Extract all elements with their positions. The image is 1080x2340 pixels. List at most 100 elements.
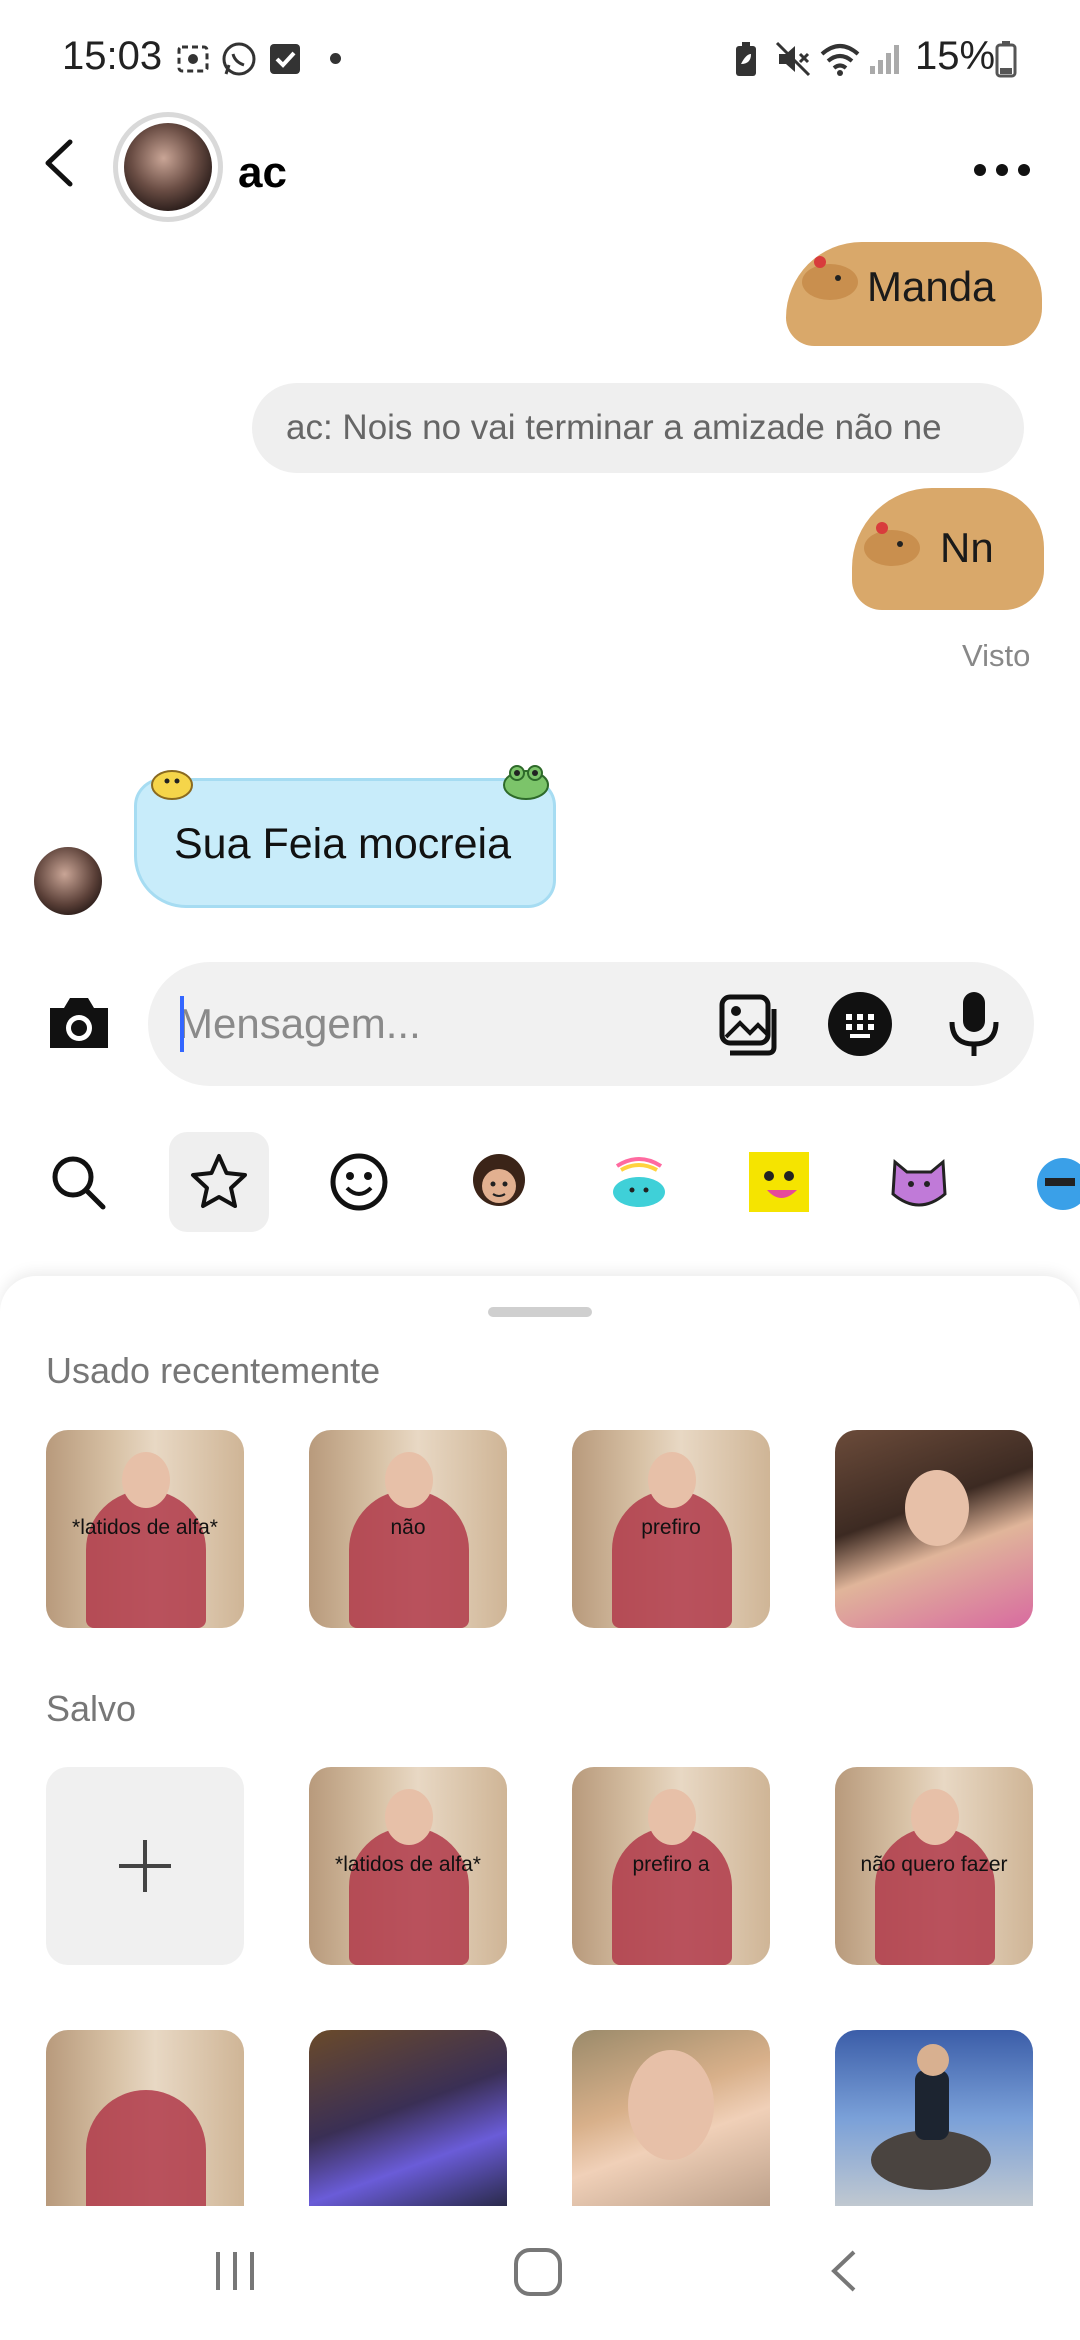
notification-dot-icon: [330, 53, 341, 64]
donkey-rider-icon: [871, 2044, 991, 2190]
person-figure: [875, 1827, 995, 1965]
blob-sticker-icon: [1037, 1158, 1080, 1210]
person-head: [648, 1789, 696, 1845]
home-button[interactable]: [512, 2246, 564, 2303]
saved-sticker-3[interactable]: não quero fazer: [835, 1767, 1033, 1965]
gallery-button[interactable]: [718, 993, 782, 1057]
status-time: 15:03: [62, 34, 163, 78]
cloud-sticker-icon: [613, 1157, 665, 1207]
duck-sticker-icon: [151, 770, 193, 800]
mute-icon: [774, 40, 812, 83]
sticker-caption: *latidos de alfa*: [335, 1853, 481, 1876]
battery-level: 15%: [915, 34, 996, 78]
saved-sticker-5[interactable]: [309, 2030, 507, 2206]
back-arrow-icon: [45, 139, 73, 187]
search-icon: [52, 1156, 106, 1210]
tab-cloud-stickers[interactable]: [589, 1132, 689, 1232]
recent-sticker-3[interactable]: prefiro: [572, 1430, 770, 1628]
system-back-icon: [831, 2250, 856, 2292]
person-head: [385, 1452, 433, 1508]
contact-name[interactable]: ac: [238, 148, 287, 198]
recent-sticker-2[interactable]: não: [309, 1430, 507, 1628]
sticker-caption: *latidos de alfa*: [72, 1516, 218, 1539]
message-composer: [148, 962, 1034, 1086]
person-figure: [612, 1490, 732, 1628]
cat-sticker-icon: [891, 1158, 947, 1207]
sticker-caption: prefiro a: [632, 1853, 710, 1876]
sender-avatar[interactable]: [34, 847, 102, 915]
gallery-icon: [719, 994, 777, 1056]
seen-label: Visto: [962, 638, 1031, 673]
tab-blob-stickers[interactable]: [1009, 1132, 1080, 1232]
sticker-caption: não: [390, 1516, 426, 1539]
smiley-icon: [330, 1153, 388, 1211]
more-dot-icon: [974, 164, 986, 176]
person-head: [628, 2050, 714, 2160]
panel-drag-handle[interactable]: [488, 1307, 592, 1317]
sticker-text-nn: Nn: [940, 524, 994, 571]
home-icon: [514, 2248, 562, 2296]
sticker-caption: não quero fazer: [860, 1853, 1008, 1876]
system-back-button[interactable]: [820, 2246, 870, 2301]
person-head: [385, 1789, 433, 1845]
battery-icon: [994, 40, 1018, 83]
checkbox-icon: [268, 42, 302, 81]
capybara-icon: [864, 522, 920, 566]
tab-emoji[interactable]: [309, 1132, 409, 1232]
camera-icon: [50, 998, 108, 1048]
capybara-icon: [802, 256, 858, 300]
signal-icon: [868, 42, 902, 81]
avatar-sticker-icon: [473, 1154, 525, 1206]
saved-sticker-1[interactable]: *latidos de alfa*: [309, 1767, 507, 1965]
person-head: [648, 1452, 696, 1508]
battery-saver-icon: [732, 40, 760, 83]
tab-face-stickers[interactable]: [729, 1132, 829, 1232]
saved-sticker-4[interactable]: [46, 2030, 244, 2206]
plus-icon: [119, 1840, 171, 1892]
person-figure: [86, 1490, 206, 1628]
tab-search[interactable]: [28, 1132, 128, 1232]
incoming-message-text: Sua Feia mocreia: [174, 820, 511, 868]
person-head: [122, 1452, 170, 1508]
screen-record-icon: [176, 42, 210, 81]
camera-button[interactable]: [44, 990, 114, 1056]
more-dot-icon: [1018, 164, 1030, 176]
microphone-icon: [949, 992, 999, 1056]
more-dot-icon: [996, 164, 1008, 176]
person-head: [905, 1470, 969, 1546]
avatar[interactable]: [124, 123, 212, 211]
tab-cat-stickers[interactable]: [869, 1132, 969, 1232]
saved-sticker-2[interactable]: prefiro a: [572, 1767, 770, 1965]
sticker-text-manda: Manda: [867, 263, 996, 310]
message-input[interactable]: [178, 990, 698, 1058]
star-icon: [191, 1154, 247, 1208]
text-cursor: [180, 996, 184, 1052]
face-sticker-icon: [749, 1152, 809, 1212]
saved-sticker-6[interactable]: [572, 2030, 770, 2206]
person-figure: [612, 1827, 732, 1965]
reply-preview-text: ac: Nois no vai terminar a amizade não n…: [286, 408, 942, 447]
person-head: [911, 1789, 959, 1845]
more-options-button[interactable]: [970, 150, 1034, 186]
wifi-icon: [818, 40, 862, 83]
recent-apps-button[interactable]: [210, 2246, 260, 2301]
add-sticker-button[interactable]: [46, 1767, 244, 1965]
person-figure: [349, 1490, 469, 1628]
microphone-button[interactable]: [946, 990, 1002, 1060]
person-figure: [349, 1827, 469, 1965]
keyboard-icon: [846, 1014, 874, 1038]
keyboard-toggle-button[interactable]: [828, 992, 892, 1056]
saved-sticker-7[interactable]: [835, 2030, 1033, 2206]
frog-sticker-icon: [503, 765, 549, 800]
saved-section-title: Salvo: [46, 1688, 137, 1729]
system-nav-bar: [0, 2206, 1080, 2340]
whatsapp-icon: [220, 40, 258, 83]
tab-avatar-stickers[interactable]: [449, 1132, 549, 1232]
back-button[interactable]: [30, 130, 94, 194]
status-bar: 15:03 15%: [0, 0, 1080, 120]
recent-sticker-1[interactable]: *latidos de alfa*: [46, 1430, 244, 1628]
person-figure: [86, 2090, 206, 2206]
tab-favorites[interactable]: [169, 1132, 269, 1232]
recent-apps-icon: [216, 2252, 254, 2290]
recent-sticker-4[interactable]: [835, 1430, 1033, 1628]
